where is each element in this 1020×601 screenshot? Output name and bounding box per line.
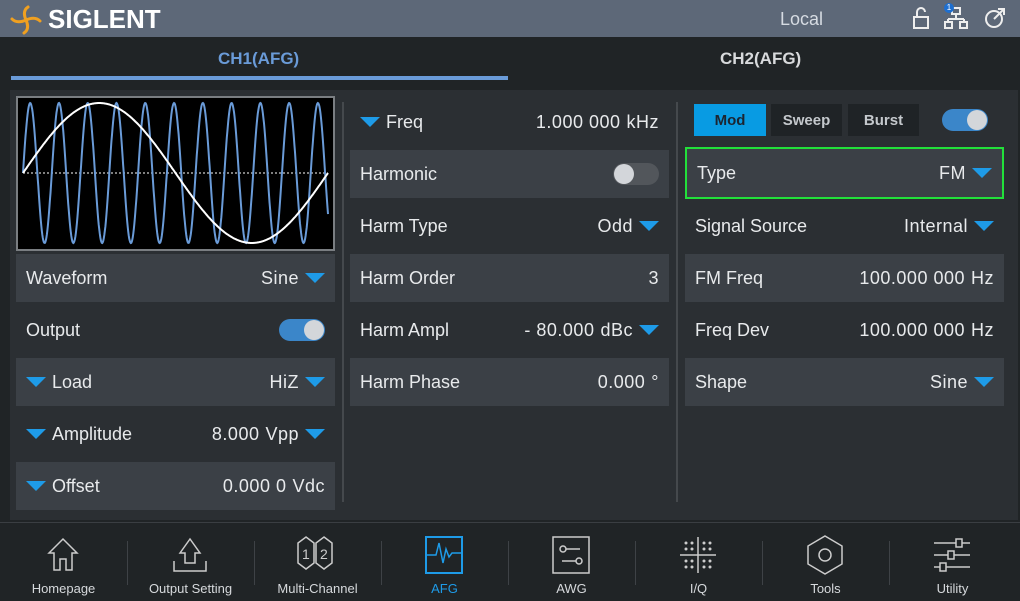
waveform-preview [16, 96, 335, 251]
nav-utility[interactable]: Utility [889, 523, 1016, 601]
dropdown-icon[interactable] [974, 377, 994, 387]
type-row[interactable]: Type FM [685, 147, 1004, 199]
dropdown-icon[interactable] [972, 168, 992, 178]
tools-nut-icon [807, 535, 843, 575]
output-toggle[interactable] [279, 319, 325, 341]
output-row: Output [16, 306, 335, 354]
waveform-row[interactable]: Waveform Sine [16, 254, 335, 302]
harm-type-row[interactable]: Harm Type Odd [350, 202, 669, 250]
nav-awg[interactable]: AWG [508, 523, 635, 601]
multi-channel-icon: 12 [297, 536, 333, 570]
iq-constellation-icon [680, 537, 716, 573]
dropdown-icon[interactable] [305, 273, 325, 283]
dropdown-icon[interactable] [305, 429, 325, 439]
expand-icon[interactable] [26, 481, 46, 491]
burst-button[interactable]: Burst [848, 104, 919, 136]
external-control-icon[interactable] [983, 6, 1007, 30]
siglent-logo: SIGLENT [8, 4, 161, 35]
load-row[interactable]: Load HiZ [16, 358, 335, 406]
signal-source-row[interactable]: Signal Source Internal [685, 202, 1004, 250]
harmonic-row: Harmonic [350, 150, 669, 198]
mod-enable-toggle[interactable] [942, 109, 988, 131]
svg-text:1: 1 [302, 546, 310, 562]
nav-output-setting[interactable]: Output Setting [127, 523, 254, 601]
mod-button[interactable]: Mod [694, 104, 766, 136]
freq-dev-row[interactable]: Freq Dev 100.000 000 Hz [685, 306, 1004, 354]
output-icon [173, 537, 207, 572]
harm-order-row[interactable]: Harm Order 3 [350, 254, 669, 302]
siglent-logo-icon [10, 5, 42, 34]
harmonic-toggle[interactable] [613, 163, 659, 185]
column-divider [676, 102, 678, 502]
expand-icon[interactable] [26, 429, 46, 439]
nav-afg[interactable]: AFG [381, 523, 508, 601]
network-badge: 1 [944, 3, 954, 13]
dropdown-icon[interactable] [639, 325, 659, 335]
sweep-button[interactable]: Sweep [771, 104, 842, 136]
remote-mode-label: Local [780, 9, 824, 29]
nav-tools[interactable]: Tools [762, 523, 889, 601]
expand-icon[interactable] [26, 377, 46, 387]
nav-iq[interactable]: I/Q [635, 523, 762, 601]
nav-homepage[interactable]: Homepage [0, 523, 127, 601]
bottom-nav: Homepage Output Setting 12 Multi-Channel… [0, 522, 1020, 600]
home-icon [47, 537, 79, 571]
svg-text:2: 2 [320, 546, 328, 562]
dropdown-icon[interactable] [305, 377, 325, 387]
lock-open-icon[interactable] [910, 6, 934, 30]
active-tab-indicator [11, 76, 508, 80]
channel-tabs: CH1(AFG) CH2(AFG) [0, 37, 1020, 90]
column-divider [342, 102, 344, 502]
tab-ch2[interactable]: CH2(AFG) [720, 49, 801, 69]
freq-row[interactable]: Freq 1.000 000 kHz [350, 98, 669, 146]
dropdown-icon[interactable] [639, 221, 659, 231]
dropdown-icon[interactable] [974, 221, 994, 231]
fm-freq-row[interactable]: FM Freq 100.000 000 Hz [685, 254, 1004, 302]
header-bar: SIGLENT Local 1 [0, 0, 1020, 37]
afg-icon [425, 536, 463, 574]
sliders-icon [934, 538, 970, 572]
expand-icon[interactable] [360, 117, 380, 127]
harm-phase-row[interactable]: Harm Phase 0.000 ° [350, 358, 669, 406]
amplitude-row[interactable]: Amplitude 8.000 Vpp [16, 410, 335, 458]
shape-row[interactable]: Shape Sine [685, 358, 1004, 406]
tab-ch1[interactable]: CH1(AFG) [218, 49, 299, 69]
nav-multi-channel[interactable]: 12 Multi-Channel [254, 523, 381, 601]
awg-icon [552, 536, 590, 574]
offset-row[interactable]: Offset 0.000 0 Vdc [16, 462, 335, 510]
waveform-preview-graph [22, 101, 329, 245]
harm-ampl-row[interactable]: Harm Ampl - 80.000 dBc [350, 306, 669, 354]
